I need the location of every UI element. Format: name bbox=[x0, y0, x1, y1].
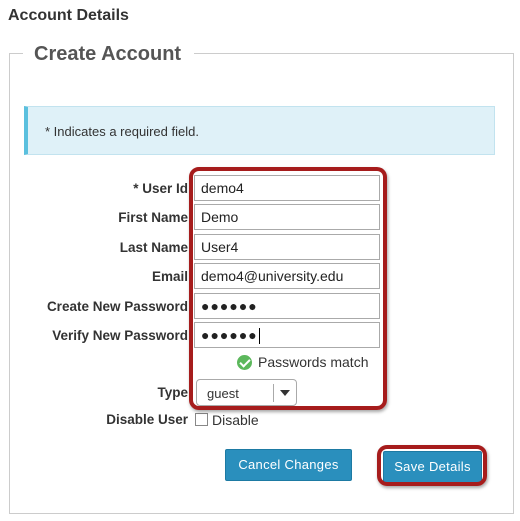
new-password-input[interactable]: ●●●●●● bbox=[194, 293, 380, 319]
info-box: * Indicates a required field. bbox=[24, 106, 495, 155]
first-name-input[interactable]: Demo bbox=[194, 204, 380, 230]
type-select[interactable]: guest bbox=[196, 379, 297, 406]
email-label: Email bbox=[151, 269, 188, 284]
verify-password-label: Verify New Password bbox=[52, 328, 188, 343]
fieldset-legend: Create Account bbox=[34, 43, 182, 66]
user-id-input[interactable]: demo4 bbox=[194, 175, 380, 201]
required-note: * Indicates a required field. bbox=[45, 124, 199, 139]
select-divider bbox=[273, 384, 274, 402]
last-name-label: Last Name bbox=[119, 240, 188, 255]
disable-checkbox[interactable] bbox=[195, 413, 208, 426]
check-icon bbox=[237, 354, 252, 370]
cancel-changes-button[interactable]: Cancel Changes bbox=[225, 449, 352, 481]
verify-password-input[interactable]: ●●●●●● bbox=[194, 322, 380, 348]
last-name-input[interactable]: User4 bbox=[194, 234, 380, 260]
first-name-label: First Name bbox=[118, 210, 188, 225]
email-input[interactable]: demo4@university.edu bbox=[194, 263, 380, 289]
verify-password-value: ●●●●●● bbox=[201, 327, 258, 343]
text-caret bbox=[258, 328, 260, 345]
disable-checkbox-label[interactable]: Disable bbox=[212, 412, 259, 428]
user-id-label: * User Id bbox=[133, 181, 188, 196]
fieldset-border-top-right bbox=[194, 53, 514, 54]
password-status: Passwords match bbox=[237, 354, 368, 370]
save-details-button[interactable]: Save Details bbox=[383, 451, 482, 483]
fieldset-border-top-left bbox=[9, 53, 23, 54]
disable-user-label: Disable User bbox=[106, 412, 188, 427]
type-select-value: guest bbox=[207, 386, 239, 401]
password-status-text: Passwords match bbox=[258, 354, 369, 370]
type-label: Type bbox=[157, 385, 188, 400]
new-password-label: Create New Password bbox=[46, 299, 188, 314]
page-title: Account Details bbox=[8, 7, 129, 24]
chevron-down-icon[interactable] bbox=[280, 390, 290, 396]
